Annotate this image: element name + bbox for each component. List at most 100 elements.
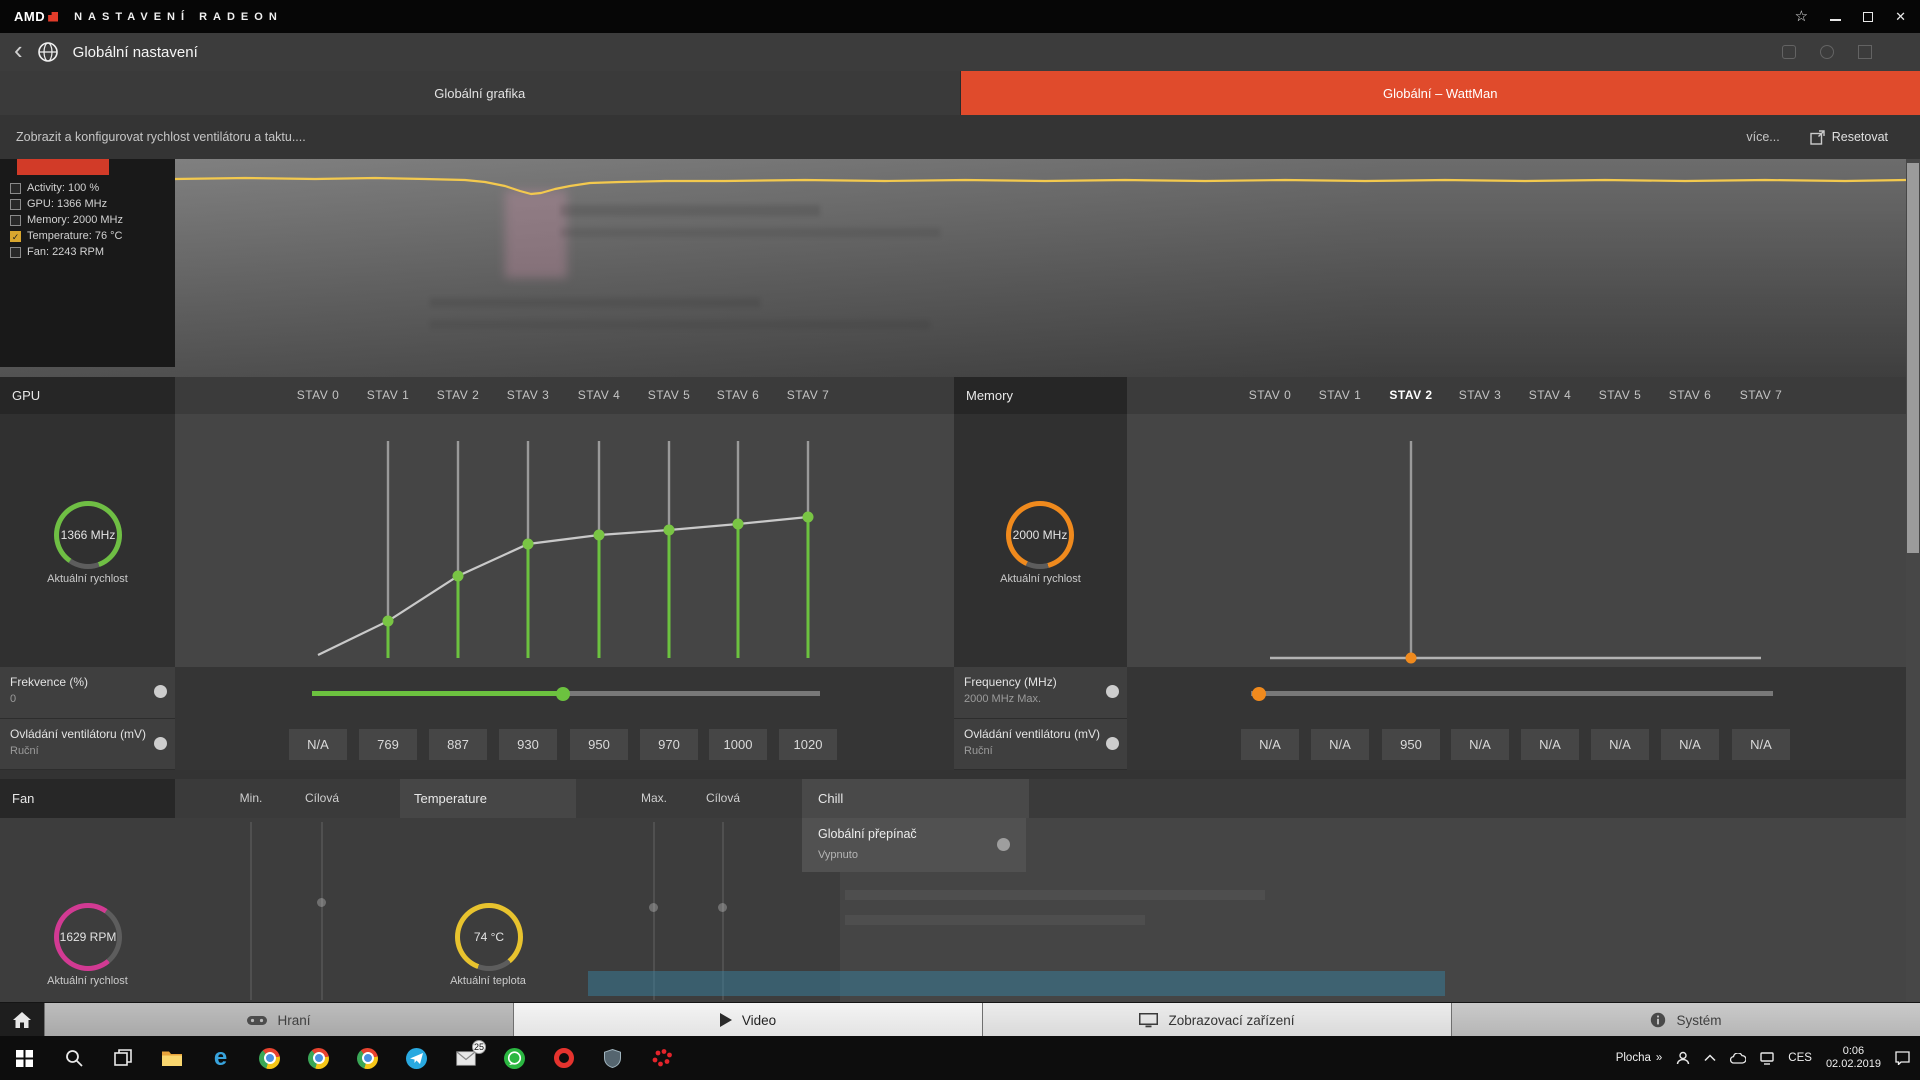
checkbox-unchecked[interactable] <box>10 183 21 194</box>
memory-frequency-toggle[interactable] <box>1106 685 1119 698</box>
gpu-state-5-handle[interactable] <box>664 525 675 536</box>
state-value-box[interactable]: 950 <box>570 729 628 760</box>
scrollbar-thumb[interactable] <box>1907 163 1919 553</box>
background-ghost <box>430 320 930 329</box>
action-center-icon[interactable] <box>1895 1051 1910 1065</box>
gpu-frequency-toggle[interactable] <box>154 685 167 698</box>
gpu-state-2-handle[interactable] <box>453 571 464 582</box>
checkbox-unchecked[interactable] <box>10 247 21 258</box>
chill-switch-panel[interactable]: Globální přepínač Vypnuto <box>802 818 1026 872</box>
legend-current-tab[interactable] <box>17 159 109 175</box>
memory-state-2-handle[interactable] <box>1406 653 1417 664</box>
tray-expand-chevron[interactable] <box>1704 1054 1716 1062</box>
user-icon[interactable] <box>1676 1051 1690 1065</box>
play-icon <box>720 1013 732 1027</box>
file-explorer-icon[interactable] <box>147 1036 196 1080</box>
state-value-box[interactable]: N/A <box>1451 729 1509 760</box>
nav-system-button[interactable]: Systém <box>1451 1003 1920 1037</box>
nav-display-button[interactable]: Zobrazovací zařízení <box>982 1003 1451 1037</box>
minimize-button[interactable] <box>1830 19 1841 21</box>
state-value-box[interactable]: N/A <box>1521 729 1579 760</box>
state-value-box[interactable]: 1000 <box>709 729 767 760</box>
mail-app-icon[interactable]: 25 <box>441 1036 490 1080</box>
state-value-box[interactable]: N/A <box>1591 729 1649 760</box>
tab-global-graphics[interactable]: Globální grafika <box>0 71 961 115</box>
gpu-state-1-handle[interactable] <box>383 616 394 627</box>
language-indicator[interactable]: CES <box>1788 1052 1812 1064</box>
gpu-state-6-handle[interactable] <box>733 519 744 530</box>
nav-gaming-button[interactable]: Hraní <box>44 1003 513 1037</box>
nav-video-button[interactable]: Video <box>513 1003 982 1037</box>
whatsapp-icon[interactable] <box>490 1036 539 1080</box>
temperature-gauge-label: Aktuální teplota <box>400 975 576 987</box>
chill-toggle[interactable] <box>997 838 1010 851</box>
state-value-box[interactable]: 769 <box>359 729 417 760</box>
state-value-box[interactable]: 970 <box>640 729 698 760</box>
shield-app-icon[interactable] <box>588 1036 637 1080</box>
nav-home-button[interactable] <box>0 1003 44 1037</box>
checkbox-checked[interactable]: ✓ <box>10 231 21 242</box>
memory-frequency-control[interactable]: Frequency (MHz) 2000 MHz Max. <box>954 667 1127 719</box>
network-icon[interactable] <box>1760 1052 1774 1065</box>
state-value-box[interactable]: N/A <box>1661 729 1719 760</box>
gpu-state-4-handle[interactable] <box>594 530 605 541</box>
memory-voltage-toggle[interactable] <box>1106 737 1119 750</box>
memory-voltage-control[interactable]: Ovládání ventilátoru (mV) Ruční <box>954 719 1127 770</box>
radeon-tray-icon[interactable] <box>637 1036 686 1080</box>
maximize-button[interactable] <box>1863 12 1873 22</box>
start-button[interactable] <box>0 1036 49 1080</box>
reset-button[interactable]: Resetovat <box>1810 130 1888 145</box>
clock[interactable]: 0:06 02.02.2019 <box>1826 1045 1881 1071</box>
chrome-icon-2[interactable] <box>294 1036 343 1080</box>
gpu-voltage-control[interactable]: Ovládání ventilátoru (mV) Ruční <box>0 719 175 770</box>
gpu-voltage-toggle[interactable] <box>154 737 167 750</box>
chrome-icon-3[interactable] <box>343 1036 392 1080</box>
close-button[interactable]: ✕ <box>1895 10 1906 23</box>
whatsapp-logo <box>504 1048 525 1069</box>
envelope-icon <box>456 1051 476 1066</box>
state-value-box[interactable]: 950 <box>1382 729 1440 760</box>
memory-frequency-slider-handle[interactable] <box>1252 687 1266 701</box>
fan-slider-guide <box>321 822 323 1000</box>
edge-icon[interactable]: e <box>196 1036 245 1080</box>
gpu-frequency-slider-handle[interactable] <box>556 687 570 701</box>
state-value-box[interactable]: N/A <box>1311 729 1369 760</box>
temp-slider-guide <box>722 822 724 1000</box>
radeon-settings-window: AMD NASTAVENÍ RADEON ☆ ✕ ‹ Globální nast… <box>0 0 1920 1080</box>
onedrive-cloud-icon[interactable] <box>1730 1053 1746 1064</box>
legend-item-fan[interactable]: Fan: 2243 RPM <box>10 246 123 258</box>
opera-icon[interactable] <box>539 1036 588 1080</box>
checkbox-unchecked[interactable] <box>10 215 21 226</box>
desktop-toolbar[interactable]: Plocha » <box>1616 1052 1663 1064</box>
more-link[interactable]: více... <box>1746 130 1779 144</box>
amd-logo-text: AMD <box>14 9 45 24</box>
background-ghost <box>845 890 1265 900</box>
state-value-box[interactable]: N/A <box>1241 729 1299 760</box>
gpu-state-3-handle[interactable] <box>523 539 534 550</box>
chrome-icon[interactable] <box>245 1036 294 1080</box>
favorite-star-icon[interactable]: ☆ <box>1795 9 1808 24</box>
memory-frequency-slider-track[interactable] <box>1251 691 1773 696</box>
state-value-box[interactable]: 930 <box>499 729 557 760</box>
control-label: Ovládání ventilátoru (mV) <box>964 727 1117 741</box>
gpu-current-speed-gauge: 1366 MHz <box>54 501 122 569</box>
state-value-box[interactable]: 1020 <box>779 729 837 760</box>
legend-item-memory[interactable]: Memory: 2000 MHz <box>10 214 123 226</box>
messenger-app-icon[interactable] <box>392 1036 441 1080</box>
state-value-box[interactable]: 887 <box>429 729 487 760</box>
fan-gauge-label: Aktuální rychlost <box>0 975 175 987</box>
tab-global-wattman[interactable]: Globální – WattMan <box>961 71 1920 115</box>
background-ghost <box>430 298 760 307</box>
legend-item-gpu[interactable]: GPU: 1366 MHz <box>10 198 123 210</box>
legend-item-temperature[interactable]: ✓ Temperature: 76 °C <box>10 230 123 242</box>
state-header: STAV 2 <box>423 377 493 414</box>
legend-item-activity[interactable]: Activity: 100 % <box>10 182 123 194</box>
state-value-box[interactable]: N/A <box>1732 729 1790 760</box>
gpu-state-7-handle[interactable] <box>803 512 814 523</box>
toolbar-description: Zobrazit a konfigurovat rychlost ventilá… <box>16 130 306 144</box>
search-button[interactable] <box>49 1036 98 1080</box>
task-view-button[interactable] <box>98 1036 147 1080</box>
gpu-frequency-control[interactable]: Frekvence (%) 0 <box>0 667 175 719</box>
checkbox-unchecked[interactable] <box>10 199 21 210</box>
state-value-box[interactable]: N/A <box>289 729 347 760</box>
